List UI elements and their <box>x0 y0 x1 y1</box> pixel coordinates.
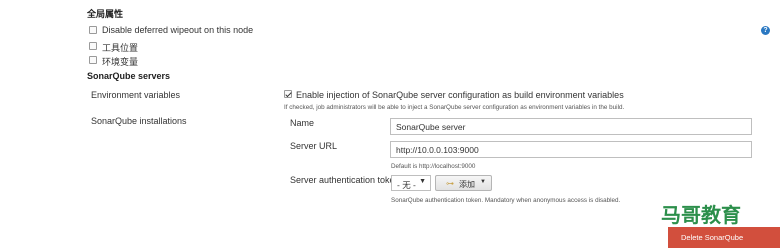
delete-button-label: Delete SonarQube <box>681 233 744 242</box>
add-credentials-button[interactable]: ⊶ 添加 ▼ <box>435 175 492 191</box>
global-properties-title: 全局属性 <box>87 9 124 19</box>
environment-variables-label: Environment variables <box>91 90 181 100</box>
help-icon[interactable]: ? <box>761 26 770 35</box>
env-vars-label: 环境变量 <box>102 57 139 67</box>
env-vars-checkbox[interactable] <box>89 56 97 64</box>
key-icon: ⊶ <box>446 179 454 188</box>
auth-token-hint: SonarQube authentication token. Mandator… <box>391 197 621 204</box>
server-url-label: Server URL <box>290 141 338 151</box>
server-url-hint: Default is http://localhost:9000 <box>391 163 476 170</box>
tool-location-checkbox[interactable] <box>89 42 97 50</box>
chevron-down-icon: ▼ <box>480 179 486 185</box>
enable-injection-checkbox[interactable] <box>284 90 292 98</box>
auth-token-select-value: - 无 - <box>397 180 416 190</box>
enable-injection-hint: If checked, job administrators will be a… <box>284 104 625 111</box>
disable-wipeout-label: Disable deferred wipeout on this node <box>102 25 254 35</box>
sonarqube-installations-label: SonarQube installations <box>91 116 187 126</box>
watermark-logo: 马哥教育 <box>661 205 741 227</box>
chevron-down-icon: ▼ <box>419 178 426 185</box>
name-label: Name <box>290 118 315 128</box>
disable-wipeout-checkbox[interactable] <box>89 26 97 34</box>
tool-location-label: 工具位置 <box>102 43 139 53</box>
add-button-label: 添加 <box>459 180 475 189</box>
delete-sonarqube-button[interactable]: Delete SonarQube <box>668 227 780 248</box>
auth-token-label: Server authentication token <box>290 175 400 185</box>
auth-token-select[interactable]: - 无 - ▼ <box>391 175 431 191</box>
enable-injection-label: Enable injection of SonarQube server con… <box>296 90 624 100</box>
server-url-input[interactable] <box>390 141 752 158</box>
name-input[interactable] <box>390 118 752 135</box>
sonarqube-servers-title: SonarQube servers <box>87 71 171 81</box>
